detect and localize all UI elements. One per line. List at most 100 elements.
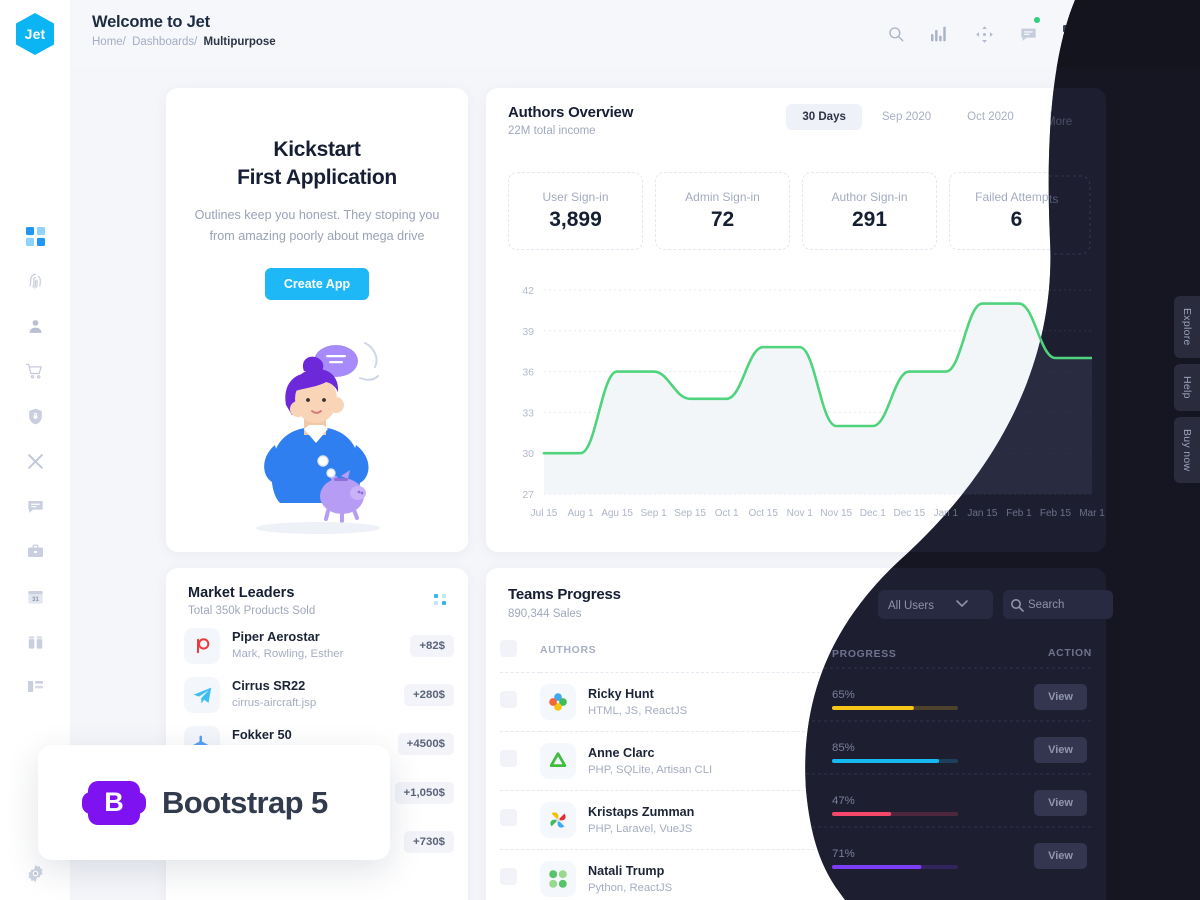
list-item[interactable]: Cirrus SR22 cirrus-aircraft.jsp +280$ — [184, 677, 454, 713]
svg-text:Feb 15: Feb 15 — [1040, 508, 1072, 519]
stat-label: Admin Sign-in — [685, 190, 760, 204]
svg-text:Sep 1: Sep 1 — [641, 508, 668, 519]
search-input[interactable]: Search — [1073, 590, 1106, 619]
gift-icon — [28, 635, 42, 649]
table-row[interactable]: Natali Trump Python, ReactJS 71% View — [500, 849, 1092, 900]
sidebar-item-gifts[interactable] — [22, 628, 48, 654]
recycle-icon — [540, 743, 576, 779]
patreon-icon — [184, 628, 220, 664]
sidebar-item-fingerprint[interactable] — [22, 268, 48, 294]
sidebar-item-profile[interactable] — [22, 313, 48, 339]
tab-oct-2020[interactable]: Oct 2020 — [951, 104, 1030, 130]
table-row[interactable]: Anne Clarc PHP, SQLite, Artisan CLI 85% … — [500, 731, 1092, 791]
svg-text:Oct 1: Oct 1 — [715, 508, 739, 519]
row-checkbox[interactable] — [500, 691, 517, 708]
tab-30-days[interactable]: 30 Days — [786, 104, 862, 130]
list-item-amount: +82$ — [410, 635, 454, 657]
stat-label: Failed Attempts — [975, 190, 1058, 204]
teams-progress-title: Teams Progress — [508, 586, 621, 603]
sidebar-item-cart[interactable] — [22, 358, 48, 384]
svg-text:36: 36 — [522, 367, 534, 379]
sidebar-nav: 31 — [22, 223, 48, 699]
chat-icon — [27, 500, 43, 513]
progress-percent: 71% — [850, 867, 873, 880]
stat-value: 291 — [851, 208, 888, 231]
search-icon[interactable] — [885, 23, 907, 45]
stat-label: User Sign-in — [542, 190, 609, 204]
clover-icon — [540, 861, 576, 897]
list-item-amount: +280$ — [404, 684, 454, 706]
svg-text:Oct 15: Oct 15 — [748, 508, 778, 519]
app-logo[interactable]: Jet — [16, 13, 54, 55]
sidebar-item-messages[interactable] — [22, 493, 48, 519]
stat-value: 3,899 — [549, 208, 602, 231]
chat-icon[interactable] — [1017, 17, 1040, 45]
table-row[interactable]: Ricky Hunt HTML, JS, ReactJS 65% View — [500, 672, 1092, 732]
gear-icon — [27, 864, 43, 883]
kickstart-title: Kickstart First Application — [166, 136, 468, 191]
fingerprint-icon — [28, 273, 41, 289]
sidebar-item-tools[interactable] — [22, 448, 48, 474]
svg-text:Mar 1: Mar 1 — [1079, 508, 1096, 519]
svg-text:33: 33 — [522, 407, 534, 419]
author-name: Kristaps Zumman — [588, 805, 695, 820]
svg-text:Dec 15: Dec 15 — [893, 508, 925, 519]
market-leaders-title: Market Leaders — [188, 585, 295, 601]
grid-icon[interactable] — [1061, 23, 1083, 45]
help-tab[interactable]: Help — [1174, 363, 1200, 411]
progress-percent: 47% — [850, 808, 873, 821]
header-icon-group — [885, 14, 1182, 54]
sidebar-item-security[interactable] — [22, 403, 48, 429]
view-button[interactable]: View — [1039, 748, 1092, 774]
tab-sep-2020[interactable]: Sep 2020 — [866, 104, 947, 130]
buy-now-tab[interactable]: Buy now — [1174, 416, 1200, 483]
col-action: ACTION — [1020, 630, 1092, 673]
create-app-button[interactable]: Create App — [264, 268, 370, 301]
right-side-tabs: Explore Help Buy now — [1162, 296, 1200, 483]
sidebar-item-layout[interactable] — [22, 673, 48, 699]
tab-more[interactable]: More — [1034, 104, 1092, 130]
sidebar-settings[interactable] — [0, 863, 70, 884]
move-arrows-icon[interactable] — [973, 23, 995, 45]
avatar[interactable] — [1149, 17, 1182, 51]
svg-text:Jan 15: Jan 15 — [967, 508, 997, 519]
bar-chart-icon[interactable] — [929, 23, 951, 45]
view-button[interactable]: View — [1039, 689, 1092, 715]
svg-text:Nov 1: Nov 1 — [787, 508, 814, 519]
progress-bar — [850, 827, 976, 832]
moon-icon[interactable] — [1105, 23, 1127, 45]
stat-value: 72 — [710, 208, 735, 231]
row-checkbox[interactable] — [500, 750, 517, 767]
pinwheel-icon — [540, 802, 576, 838]
svg-text:Dec 1: Dec 1 — [860, 508, 887, 519]
list-item[interactable]: Piper Aerostar Mark, Rowling, Esther +82… — [184, 628, 454, 664]
scissors-icon — [27, 453, 43, 469]
sidebar-item-dashboard[interactable] — [22, 223, 48, 249]
progress-percent: 85% — [850, 749, 873, 762]
authors-overview-title: Authors Overview — [508, 104, 634, 121]
more-options-icon[interactable] — [434, 593, 448, 611]
author-name: Ricky Hunt — [588, 687, 654, 702]
author-stack: HTML, JS, ReactJS — [588, 704, 688, 717]
author-name: Natali Trump — [588, 864, 665, 879]
svg-text:Feb 1: Feb 1 — [1006, 508, 1032, 519]
progress-bar — [850, 768, 976, 773]
view-button[interactable]: View — [1039, 807, 1092, 833]
sidebar-item-calendar[interactable]: 31 — [22, 583, 48, 609]
svg-text:Agu 15: Agu 15 — [601, 508, 633, 519]
user-filter-select[interactable]: All Users — [948, 590, 1063, 619]
grid-icon — [25, 226, 45, 246]
search-placeholder: Search — [1101, 598, 1106, 611]
breadcrumb-dashboards[interactable]: Dashboards/ — [132, 36, 197, 48]
row-checkbox[interactable] — [500, 809, 517, 826]
sidebar-item-briefcase[interactable] — [22, 538, 48, 564]
select-all-checkbox[interactable] — [500, 640, 517, 657]
svg-text:Nov 15: Nov 15 — [820, 508, 852, 519]
col-authors: AUTHORS — [540, 630, 850, 673]
view-button[interactable]: View — [1039, 866, 1092, 892]
breadcrumb-home[interactable]: Home/ — [92, 36, 126, 48]
row-checkbox[interactable] — [500, 868, 517, 885]
explore-tab[interactable]: Explore — [1174, 296, 1200, 358]
author-stack: Python, ReactJS — [588, 881, 673, 894]
table-row[interactable]: Kristaps Zumman PHP, Laravel, VueJS 47% … — [500, 790, 1092, 850]
